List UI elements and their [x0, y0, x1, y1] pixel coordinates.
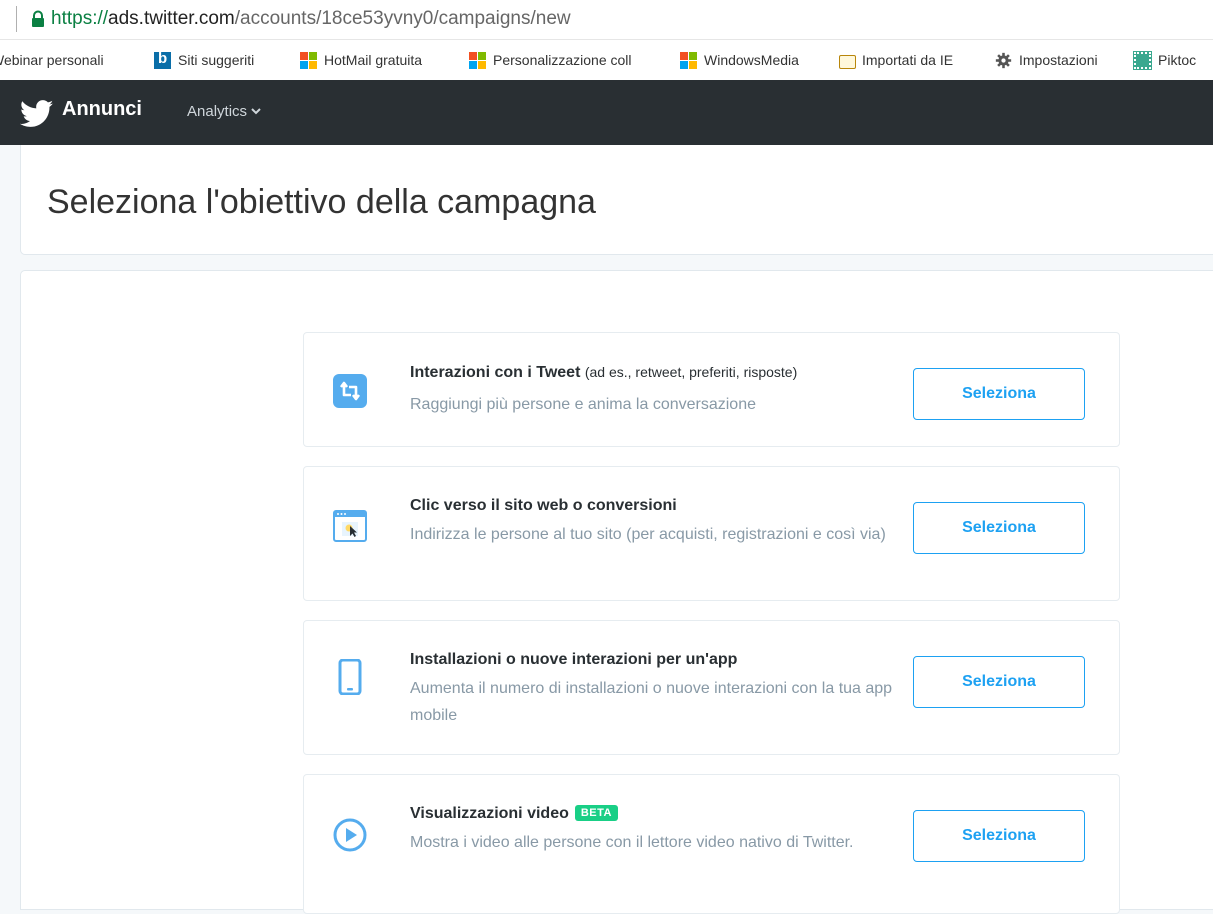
bookmark-label: Webinar personali	[0, 52, 104, 68]
bookmark-importati-ie[interactable]: Importati da IE	[838, 50, 953, 70]
bookmark-label: Siti suggeriti	[178, 52, 255, 68]
objective-description: Mostra i video alle persone con il letto…	[410, 834, 854, 851]
windows-icon	[680, 51, 697, 69]
select-video-views-button[interactable]: Seleziona	[913, 810, 1085, 862]
bookmark-label: Impostazioni	[1019, 52, 1098, 68]
chevron-down-icon	[251, 108, 261, 115]
bookmark-label: WindowsMedia	[704, 52, 799, 68]
url-scheme: https://	[51, 8, 109, 29]
url-text[interactable]: https://ads.twitter.com/accounts/18ce53y…	[51, 8, 571, 30]
mobile-app-icon	[338, 659, 362, 695]
bookmark-webinar[interactable]: Webinar personali	[0, 50, 104, 70]
objective-title: Installazioni o nuove interazioni per un…	[410, 651, 738, 668]
objective-hint: (ad es., retweet, preferiti, risposte)	[584, 364, 798, 380]
analytics-menu[interactable]: Analytics	[187, 103, 261, 120]
bookmarks-bar: Webinar personali Siti suggeriti HotMail…	[0, 40, 1213, 80]
objective-title: Interazioni con i Tweet (ad es., retweet…	[410, 364, 797, 382]
twitter-bird-icon[interactable]	[18, 100, 56, 128]
folder-icon	[838, 52, 856, 69]
beta-badge: BETA	[574, 805, 618, 821]
objective-tweet-engagements[interactable]: Interazioni con i Tweet (ad es., retweet…	[303, 332, 1120, 447]
website-click-icon	[333, 510, 367, 542]
select-tweet-engagements-button[interactable]: Seleziona	[913, 368, 1085, 420]
title-card: Seleziona l'obiettivo della campagna	[20, 145, 1213, 255]
bookmark-personalizzazione[interactable]: Personalizzazione coll	[469, 50, 632, 70]
bookmark-label: Piktoc	[1158, 52, 1197, 68]
windows-icon	[469, 51, 486, 69]
bookmark-piktoc[interactable]: Piktoc	[1133, 50, 1197, 70]
objective-video-views[interactable]: Visualizzazioni video BETA Mostra i video…	[303, 774, 1120, 914]
objective-description: Raggiungi più persone e anima la convers…	[410, 396, 756, 413]
objective-title: Clic verso il sito web o conversioni	[410, 497, 677, 514]
lock-icon	[32, 10, 44, 27]
brand-title[interactable]: Annunci	[62, 98, 142, 121]
objective-description: Indirizza le persone al tuo sito (per ac…	[410, 526, 886, 543]
bookmark-impostazioni[interactable]: Impostazioni	[995, 50, 1098, 70]
select-website-clicks-button[interactable]: Seleziona	[913, 502, 1085, 554]
bookmark-label: Personalizzazione coll	[493, 52, 632, 68]
analytics-label: Analytics	[187, 103, 248, 120]
piktochart-icon	[1133, 50, 1152, 70]
objective-title-text: Visualizzazioni video	[410, 805, 569, 822]
url-path: /accounts/18ce53yvny0/campaigns/new	[234, 8, 571, 29]
objective-title-text: Interazioni con i Tweet	[410, 364, 581, 381]
page-title: Seleziona l'obiettivo della campagna	[47, 183, 596, 221]
bookmark-siti-suggeriti[interactable]: Siti suggeriti	[154, 50, 254, 70]
top-navigation: Annunci Analytics	[0, 80, 1213, 145]
window-edge	[16, 6, 17, 32]
bing-icon	[154, 50, 171, 69]
retweet-icon	[333, 374, 367, 408]
objective-title: Visualizzazioni video BETA	[410, 805, 618, 823]
gear-icon	[995, 52, 1012, 68]
objective-app-installs[interactable]: Installazioni o nuove interazioni per un…	[303, 620, 1120, 755]
url-host: ads.twitter.com	[108, 8, 235, 29]
select-app-installs-button[interactable]: Seleziona	[913, 656, 1085, 708]
objective-description: Aumenta il numero di installazioni o nuo…	[410, 680, 893, 724]
objective-website-clicks[interactable]: Clic verso il sito web o conversioni Ind…	[303, 466, 1120, 601]
bookmark-hotmail[interactable]: HotMail gratuita	[300, 50, 422, 70]
video-play-icon	[333, 818, 367, 852]
bookmark-label: HotMail gratuita	[324, 52, 423, 68]
browser-address-bar[interactable]: https://ads.twitter.com/accounts/18ce53y…	[0, 0, 1213, 40]
bookmark-label: Importati da IE	[862, 52, 954, 68]
bookmark-windowsmedia[interactable]: WindowsMedia	[680, 50, 799, 70]
windows-icon	[300, 51, 317, 69]
